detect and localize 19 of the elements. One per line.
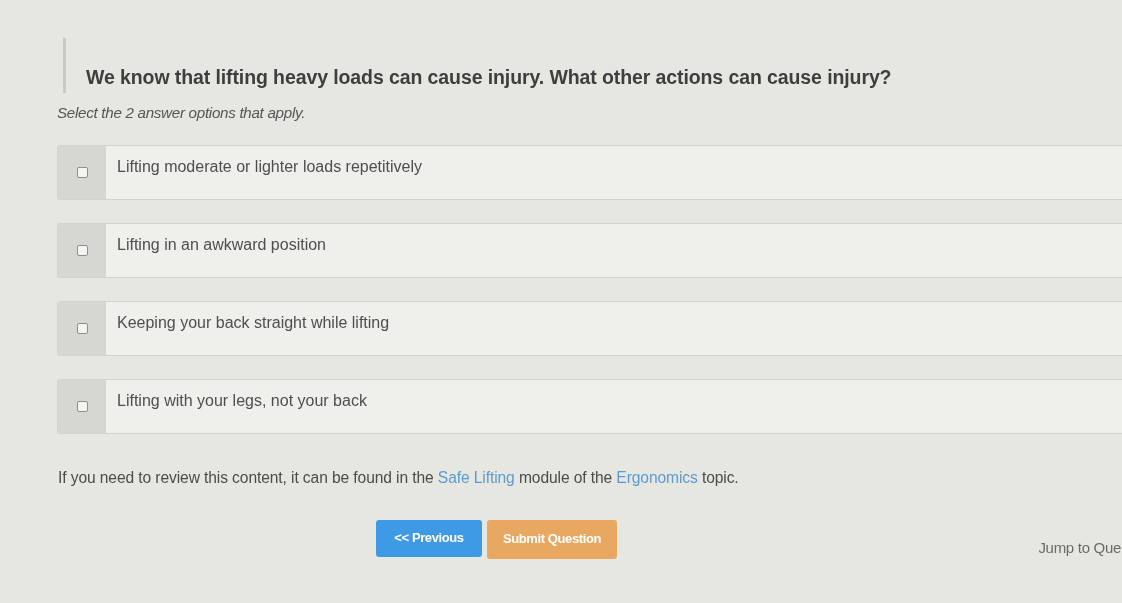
instruction-text: Select the 2 answer options that apply. <box>57 103 307 124</box>
option-label: Keeping your back straight while lifting <box>116 313 390 334</box>
answer-option[interactable]: Lifting with your legs, not your back <box>57 379 1122 435</box>
checkbox[interactable] <box>76 401 88 413</box>
review-note: If you need to review this content, it can be found in the Safe Lifting module of the Ergonomics topic. <box>58 468 740 489</box>
checkbox[interactable] <box>76 167 88 179</box>
option-label: Lifting in an awkward position <box>116 235 326 256</box>
checkbox[interactable] <box>76 245 88 257</box>
answer-option[interactable]: Lifting moderate or lighter loads repetitively <box>57 145 1122 201</box>
checkbox[interactable] <box>76 323 88 335</box>
question-text: We know that lifting heavy loads can cause injury. What other actions can cause injury? <box>86 66 893 90</box>
answer-option[interactable]: Keeping your back straight while lifting <box>57 301 1122 357</box>
jump-link[interactable]: Jump to Que <box>1038 536 1122 560</box>
topic-link[interactable]: Safe Lifting <box>437 469 515 487</box>
topic-link[interactable]: Ergonomics <box>616 469 698 487</box>
option-label: Lifting moderate or lighter loads repetitively <box>116 157 423 178</box>
answer-option[interactable]: Lifting in an awkward position <box>57 223 1122 279</box>
previous-button[interactable]: << Previous <box>376 519 482 557</box>
option-label: Lifting with your legs, not your back <box>116 391 367 412</box>
